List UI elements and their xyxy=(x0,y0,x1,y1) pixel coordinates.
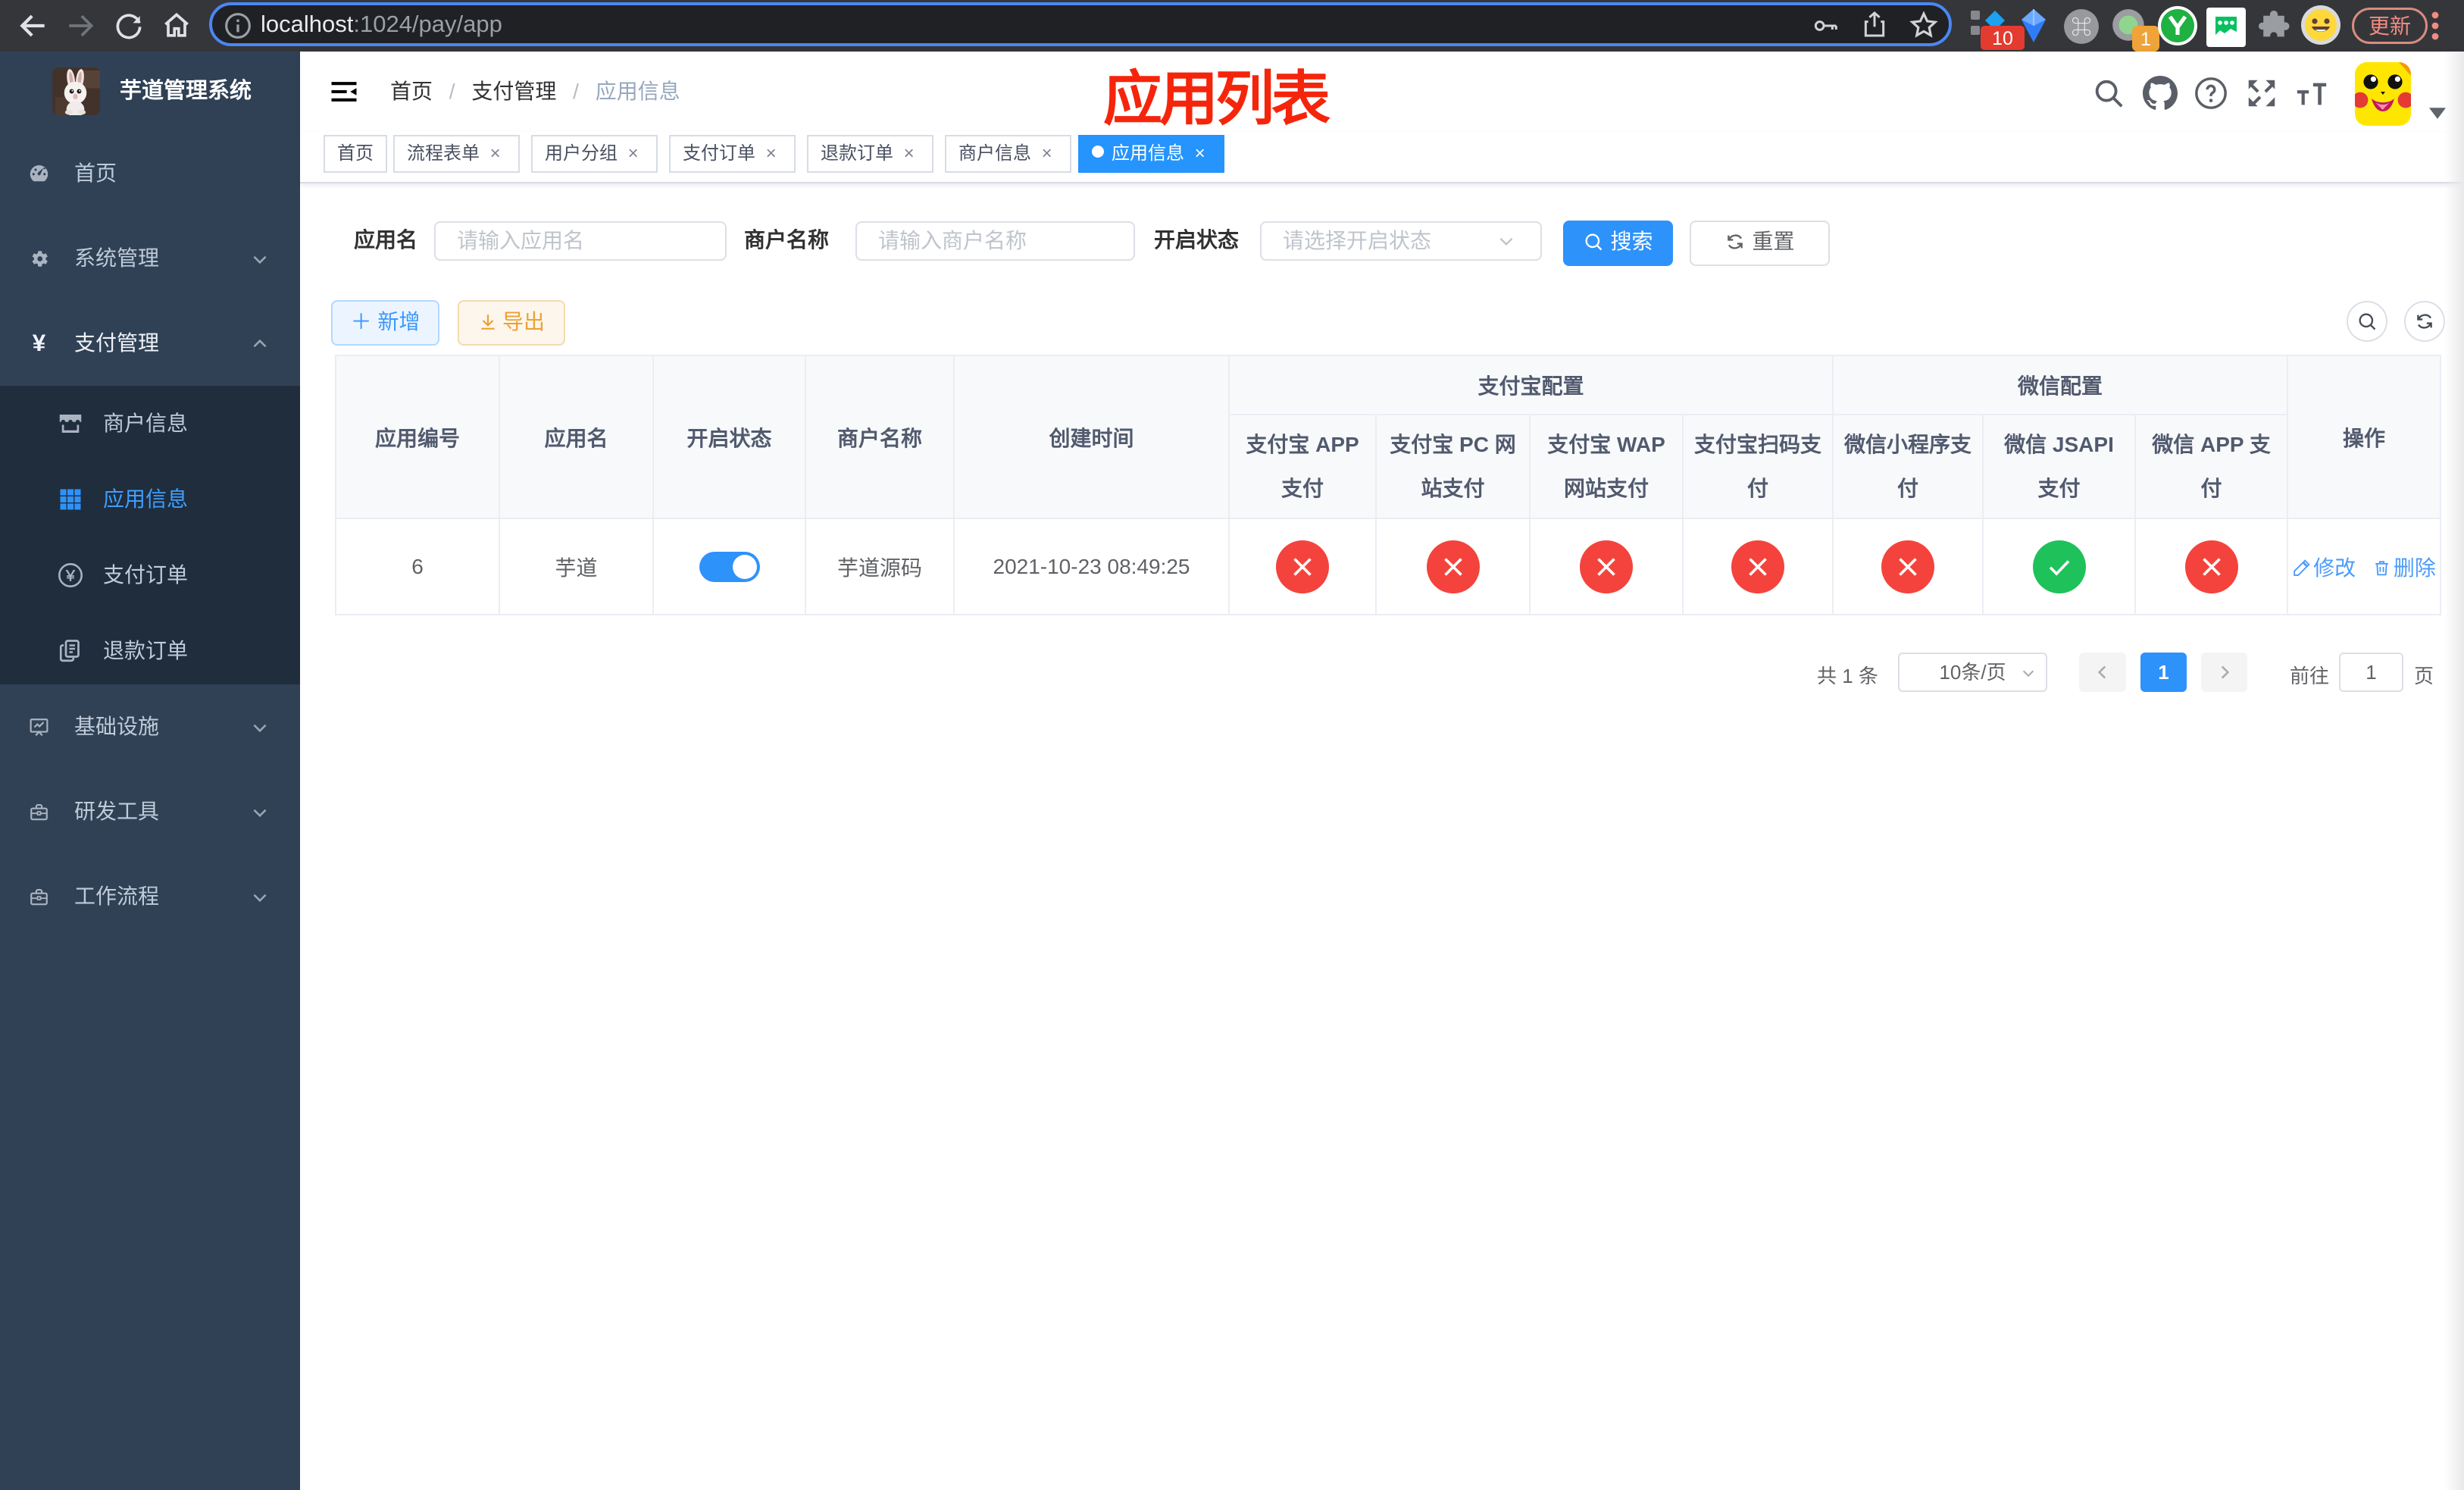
svg-text:⌘: ⌘ xyxy=(2071,15,2091,39)
svg-text:￥: ￥ xyxy=(64,568,78,584)
svg-text:10: 10 xyxy=(1992,28,2013,49)
svg-text:¥: ¥ xyxy=(33,333,46,355)
svg-text:1: 1 xyxy=(2140,29,2151,50)
